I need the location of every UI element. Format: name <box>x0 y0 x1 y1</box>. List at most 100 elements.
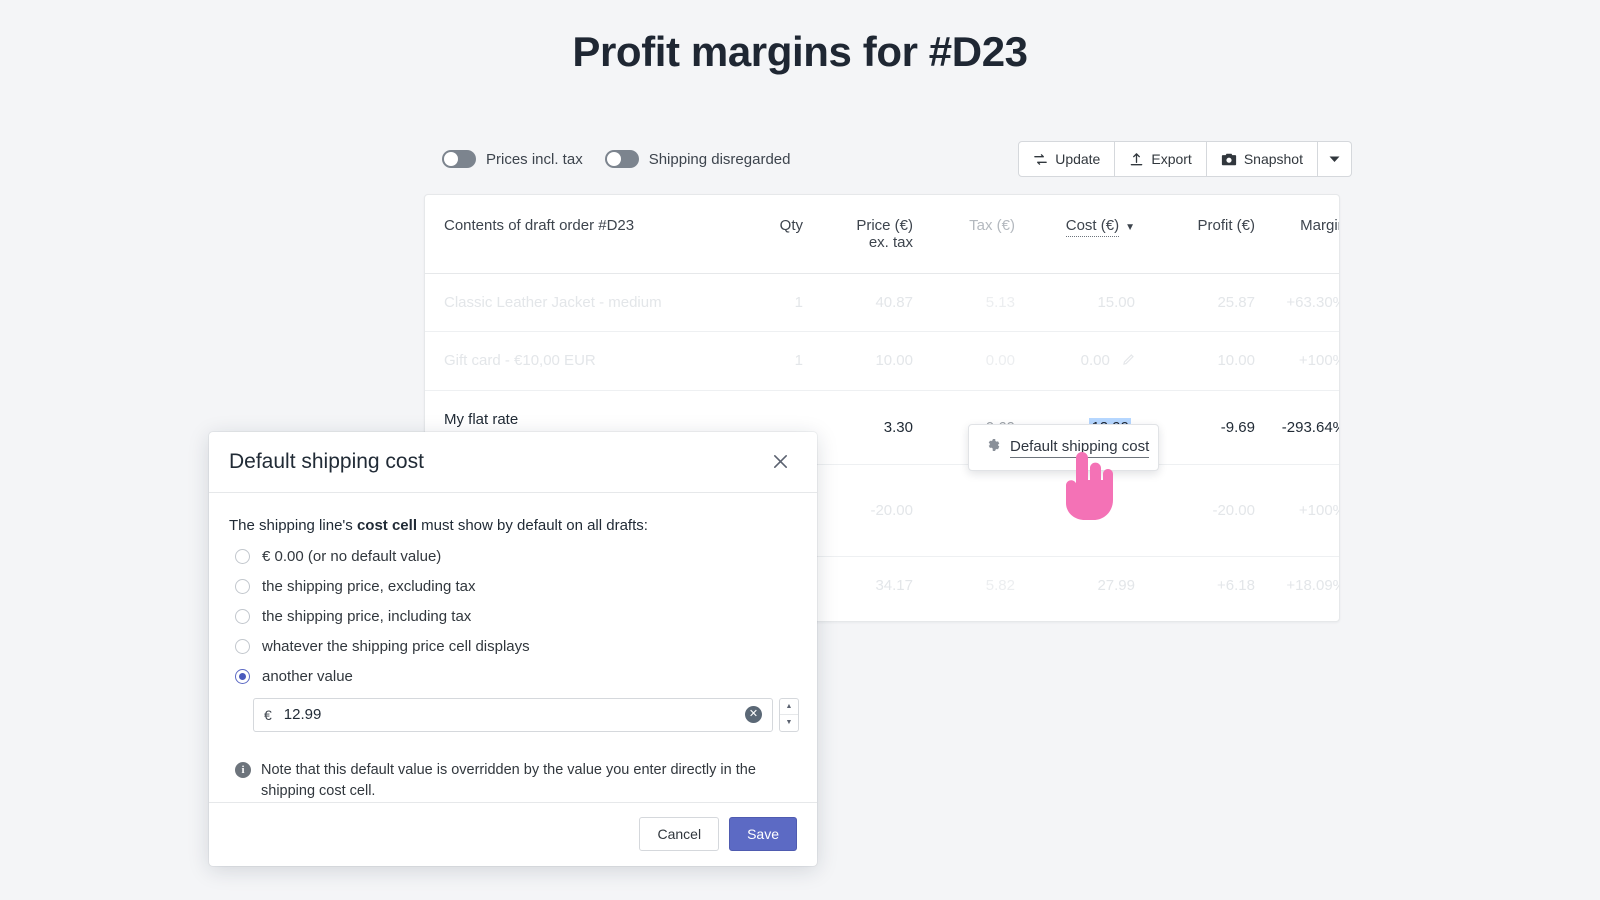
toggle-prices-incl-tax[interactable]: Prices incl. tax <box>442 150 583 168</box>
row-tax <box>913 464 1015 557</box>
column-header-name: Contents of draft order #D23 <box>425 195 725 274</box>
row-cost-value: 0.00 <box>1080 352 1110 369</box>
column-header-price: Price (€) ex. tax <box>803 195 913 274</box>
radio-option-zero[interactable]: € 0.00 (or no default value) <box>235 548 797 565</box>
export-label: Export <box>1151 151 1192 167</box>
row-price: 10.00 <box>803 331 913 391</box>
default-shipping-cost-modal: Default shipping cost The shipping line'… <box>209 432 817 866</box>
row-price: 40.87 <box>803 273 913 332</box>
row-margin: +18.09% <box>1286 576 1339 594</box>
clear-input-icon[interactable]: ✕ <box>745 706 762 724</box>
row-profit: +6.18 <box>1217 576 1255 594</box>
update-button[interactable]: Update <box>1018 141 1116 177</box>
info-icon: i <box>235 761 251 778</box>
upload-icon <box>1129 152 1144 167</box>
row-cost: 27.99 <box>1097 576 1135 594</box>
column-header-price-sub: ex. tax <box>868 234 913 251</box>
radio-option-another-value[interactable]: another value <box>235 668 797 685</box>
close-icon[interactable] <box>765 447 795 477</box>
update-label: Update <box>1055 151 1101 167</box>
row-profit: 25.87 <box>1135 273 1255 332</box>
toggle-label: Shipping disregarded <box>648 150 791 168</box>
modal-header: Default shipping cost <box>209 432 817 493</box>
radio-label: € 0.00 (or no default value) <box>262 547 442 565</box>
row-profit: 10.00 <box>1135 331 1255 391</box>
row-profit: -20.00 <box>1135 464 1255 557</box>
toggle-switch[interactable] <box>604 150 639 168</box>
table-row[interactable]: Classic Leather Jacket - medium 1 40.87 … <box>425 273 1339 332</box>
radio-button[interactable] <box>235 548 250 564</box>
column-header-tax: Tax (€) <box>913 195 1015 274</box>
snapshot-button[interactable]: Snapshot <box>1206 141 1318 177</box>
radio-button[interactable] <box>235 608 250 624</box>
row-name: Classic Leather Jacket - medium <box>425 273 725 332</box>
another-value-input[interactable]: € 12.99 ✕ <box>253 697 773 732</box>
column-header-profit: Profit (€) <box>1135 195 1255 274</box>
column-header-cost[interactable]: Cost (€) ▼ <box>1015 195 1135 274</box>
table-row[interactable]: Gift card - €10,00 EUR 1 10.00 0.00 0.00… <box>425 331 1339 391</box>
row-qty: 1 <box>725 273 803 332</box>
column-header-margin: Margin <box>1255 195 1339 274</box>
row-price: 34.17 <box>875 576 913 594</box>
row-margin: +63.30% <box>1255 273 1339 332</box>
modal-note-text: Note that this default value is overridd… <box>261 761 756 799</box>
row-margin: -293.64% <box>1255 390 1339 465</box>
column-header-cost-label: Cost (€) <box>1065 217 1120 237</box>
toggle-knob <box>606 152 621 166</box>
column-header-qty: Qty <box>725 195 803 274</box>
modal-lead-text: The shipping line's cost cell must show … <box>229 517 797 534</box>
another-value-field-row: € 12.99 ✕ ▲ ▼ <box>253 697 799 732</box>
radio-option-price-excl-tax[interactable]: the shipping price, excluding tax <box>235 578 797 595</box>
lead-after: must show by default on all drafts: <box>416 516 648 534</box>
modal-title: Default shipping cost <box>229 449 424 473</box>
row-margin: +100% <box>1255 331 1339 391</box>
row-price: 3.30 <box>803 390 913 465</box>
row-cost[interactable]: 15.00 <box>1015 273 1135 332</box>
row-tax: 5.13 <box>913 273 1015 332</box>
toolbar: Prices incl. tax Shipping disregarded Up… <box>442 141 1352 177</box>
row-cost[interactable]: 0.00 <box>1015 331 1135 391</box>
action-buttons: Update Export Snapshot <box>1018 141 1352 177</box>
toggle-knob <box>444 152 458 166</box>
app-root: Profit margins for #D23 Prices incl. tax… <box>0 0 1600 900</box>
table-header-row: Contents of draft order #D23 Qty Price (… <box>425 195 1339 274</box>
export-button[interactable]: Export <box>1115 141 1207 177</box>
modal-footer: Cancel Save <box>209 801 817 866</box>
edit-pencil-icon[interactable] <box>1122 353 1135 370</box>
cancel-button[interactable]: Cancel <box>639 817 720 852</box>
radio-option-price-cell-displays[interactable]: whatever the shipping price cell display… <box>235 638 797 655</box>
column-header-price-main: Price (€) <box>856 217 913 234</box>
camera-icon <box>1221 152 1237 167</box>
table-head: Contents of draft order #D23 Qty Price (… <box>425 195 1339 274</box>
toggle-group: Prices incl. tax Shipping disregarded <box>442 150 790 168</box>
cost-sort-control[interactable]: Cost (€) ▼ <box>1065 217 1135 237</box>
toggle-label: Prices incl. tax <box>486 150 583 168</box>
toggle-shipping-disregarded[interactable]: Shipping disregarded <box>604 150 791 168</box>
row-margin: +100% <box>1255 464 1339 557</box>
radio-option-price-incl-tax[interactable]: the shipping price, including tax <box>235 608 797 625</box>
row-tax: 0.00 <box>913 331 1015 391</box>
row-name: My flat rate <box>444 410 519 428</box>
another-value-text: 12.99 <box>283 706 322 724</box>
stepper-up-icon[interactable]: ▲ <box>780 699 798 716</box>
modal-note: i Note that this default value is overri… <box>235 760 775 802</box>
chevron-down-icon <box>1329 155 1340 163</box>
modal-body: The shipping line's cost cell must show … <box>209 493 817 802</box>
lead-bold: cost cell <box>356 516 417 534</box>
radio-label: the shipping price, including tax <box>262 607 472 625</box>
radio-button[interactable] <box>235 668 250 684</box>
save-button[interactable]: Save <box>729 817 797 852</box>
snapshot-dropdown-button[interactable] <box>1318 141 1352 177</box>
snapshot-label: Snapshot <box>1243 151 1303 167</box>
stepper-down-icon[interactable]: ▼ <box>780 715 798 731</box>
lead-before: The shipping line's <box>229 516 357 534</box>
refresh-icon <box>1033 152 1048 167</box>
radio-button[interactable] <box>235 578 250 594</box>
toggle-switch[interactable] <box>442 150 476 168</box>
page-title: Profit margins for #D23 <box>572 28 1028 75</box>
row-qty: 1 <box>725 331 803 391</box>
radio-button[interactable] <box>235 638 250 654</box>
value-stepper[interactable]: ▲ ▼ <box>779 697 799 732</box>
sort-desc-icon: ▼ <box>1125 222 1135 233</box>
row-tax: 5.82 <box>985 576 1015 594</box>
